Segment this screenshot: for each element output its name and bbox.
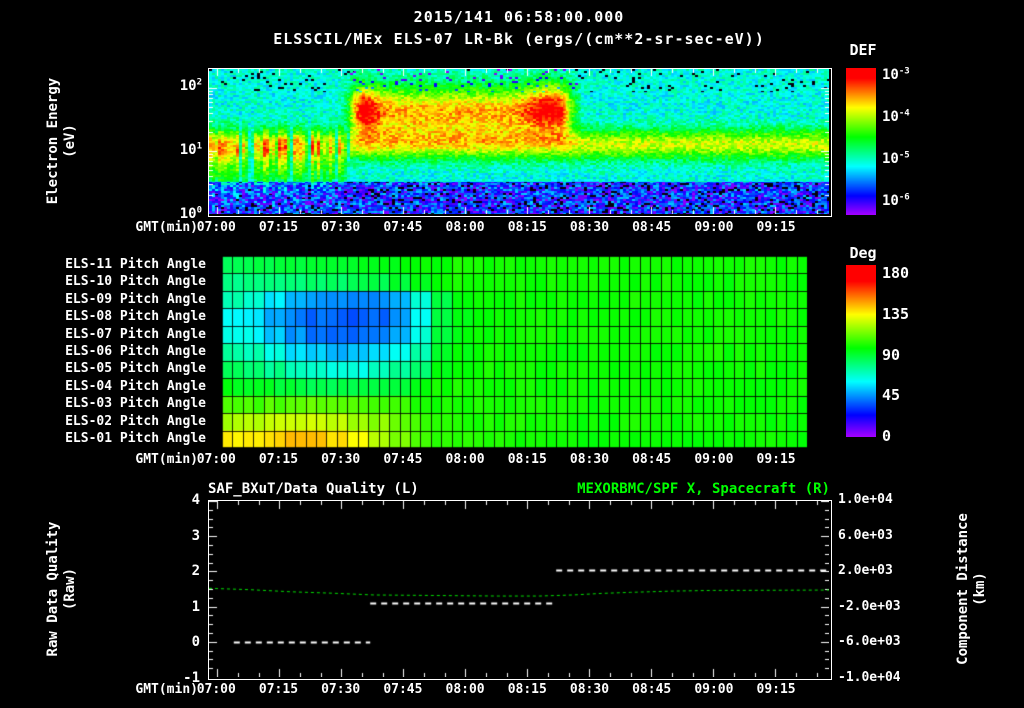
science-plot-screen: 2015/141 06:58:00.000 ELSSCIL/MEx ELS-07… bbox=[0, 0, 1024, 708]
def-tick-label: 10-5 bbox=[882, 150, 910, 168]
x-tick-label: 08:00 bbox=[445, 452, 485, 467]
x-tick-label: 08:15 bbox=[507, 220, 547, 235]
pitch-row-label: ELS-03 Pitch Angle bbox=[65, 396, 206, 412]
energy-tick-label: 102 bbox=[179, 77, 202, 95]
pitch-row-label: ELS-10 Pitch Angle bbox=[65, 274, 206, 290]
def-tick-label: 10-3 bbox=[882, 66, 910, 84]
deg-tick-label: 45 bbox=[882, 386, 901, 405]
x-tick-label: 09:00 bbox=[694, 682, 734, 697]
quality-tick-label: 2 bbox=[191, 563, 200, 580]
def-tick-label: 10-4 bbox=[882, 108, 910, 126]
x-tick-label: 07:15 bbox=[258, 682, 299, 697]
def-colorbar-title: DEF bbox=[849, 41, 877, 59]
pitch-row-label: ELS-08 Pitch Angle bbox=[65, 309, 206, 325]
pitch-row-label: ELS-01 Pitch Angle bbox=[65, 431, 206, 447]
gmt-label-middle: GMT(min) bbox=[135, 452, 198, 467]
component-distance-axis-line2: (km) bbox=[972, 572, 988, 606]
x-tick-label: 07:30 bbox=[321, 682, 361, 697]
deg-tick-label: 135 bbox=[882, 304, 910, 323]
quality-panel-titles: SAF_BXuT/Data Quality (L) MEXORBMC/SPF X… bbox=[208, 481, 830, 497]
x-tick-label: 08:30 bbox=[569, 682, 610, 697]
x-tick-label: 07:45 bbox=[383, 452, 423, 467]
electron-energy-axis-title: Electron Energy (eV) bbox=[45, 11, 79, 271]
quality-tick-label: 0 bbox=[191, 634, 200, 651]
distance-tick-label: 1.0e+04 bbox=[838, 492, 893, 507]
raw-data-quality-axis-line1: Raw Data Quality bbox=[45, 521, 61, 657]
def-colorbar bbox=[846, 68, 876, 215]
x-tick-label: 07:15 bbox=[258, 452, 299, 467]
x-tick-label: 09:00 bbox=[694, 220, 734, 235]
timestamp: 2015/141 06:58:00.000 bbox=[413, 8, 625, 26]
x-tick-label: 08:15 bbox=[507, 682, 547, 697]
pitch-row-label: ELS-07 Pitch Angle bbox=[65, 326, 206, 342]
distance-tick-label: -1.0e+04 bbox=[838, 670, 901, 685]
quality-canvas bbox=[209, 501, 829, 677]
quality-title-right: MEXORBMC/SPF X, Spacecraft (R) bbox=[577, 481, 830, 497]
x-tick-label: 08:45 bbox=[632, 682, 672, 697]
x-tick-label: 07:00 bbox=[196, 452, 236, 467]
raw-data-quality-axis-title: Raw Data Quality (Raw) bbox=[45, 459, 79, 708]
x-tick-label: 07:45 bbox=[383, 682, 423, 697]
deg-tick-label: 0 bbox=[882, 427, 892, 445]
pitch-row-label: ELS-06 Pitch Angle bbox=[65, 344, 206, 359]
quality-tick-label: -1 bbox=[183, 670, 200, 686]
deg-tick-label: 90 bbox=[882, 345, 901, 364]
x-tick-label: 08:45 bbox=[632, 220, 672, 235]
spectrogram-canvas bbox=[209, 69, 829, 214]
energy-tick-label: 100 bbox=[179, 205, 202, 222]
x-tick-label: 09:00 bbox=[694, 452, 734, 467]
x-tick-label: 07:30 bbox=[321, 220, 361, 235]
x-tick-label: 08:15 bbox=[507, 452, 547, 467]
quality-tick-label: 4 bbox=[191, 492, 200, 508]
distance-tick-label: 2.0e+03 bbox=[838, 563, 893, 579]
distance-tick-label: -2.0e+03 bbox=[838, 598, 901, 614]
x-tick-label: 07:15 bbox=[258, 220, 299, 235]
pitch-row-label: ELS-04 Pitch Angle bbox=[65, 378, 206, 394]
distance-tick-label: 6.0e+03 bbox=[838, 527, 893, 543]
x-tick-label: 09:15 bbox=[756, 452, 796, 467]
pitch-row-label: ELS-05 Pitch Angle bbox=[65, 361, 206, 377]
x-tick-label: 07:30 bbox=[321, 452, 361, 467]
x-tick-label: 07:45 bbox=[383, 220, 423, 235]
pitch-row-label: ELS-11 Pitch Angle bbox=[65, 256, 206, 272]
energy-tick-label: 101 bbox=[179, 141, 202, 159]
pitch-angle-canvas bbox=[222, 256, 830, 448]
distance-tick-label: -6.0e+03 bbox=[838, 634, 901, 650]
deg-colorbar bbox=[846, 265, 876, 437]
def-tick-label: 10-6 bbox=[882, 192, 910, 210]
pitch-row-label: ELS-09 Pitch Angle bbox=[65, 291, 206, 307]
x-tick-label: 09:15 bbox=[756, 682, 796, 697]
gmt-label-top: GMT(min) bbox=[135, 220, 198, 235]
component-distance-axis-line1: Component Distance bbox=[955, 513, 971, 665]
plot-title: ELSSCIL/MEx ELS-07 LR-Bk (ergs/(cm**2-sr… bbox=[273, 30, 765, 48]
x-tick-label: 08:00 bbox=[445, 220, 485, 235]
component-distance-axis-title: Component Distance (km) bbox=[955, 459, 989, 708]
quality-tick-label: 3 bbox=[191, 527, 200, 544]
x-tick-label: 09:15 bbox=[756, 220, 796, 235]
x-tick-label: 08:30 bbox=[569, 220, 610, 235]
spectrogram-panel bbox=[208, 68, 832, 217]
quality-panel bbox=[208, 500, 832, 680]
pitch-row-label: ELS-02 Pitch Angle bbox=[65, 413, 206, 429]
x-tick-label: 08:00 bbox=[445, 682, 485, 697]
x-tick-label: 08:30 bbox=[569, 452, 610, 467]
x-tick-label: 08:45 bbox=[632, 452, 672, 467]
deg-tick-label: 180 bbox=[882, 264, 910, 283]
electron-energy-axis-line1: Electron Energy bbox=[45, 77, 61, 205]
raw-data-quality-axis-line2: (Raw) bbox=[62, 567, 78, 611]
quality-tick-label: 1 bbox=[191, 598, 200, 615]
quality-title-left: SAF_BXuT/Data Quality (L) bbox=[208, 481, 419, 497]
deg-colorbar-title: Deg bbox=[849, 244, 877, 262]
x-tick-label: 07:00 bbox=[196, 220, 236, 235]
electron-energy-axis-line2: (eV) bbox=[62, 124, 78, 158]
